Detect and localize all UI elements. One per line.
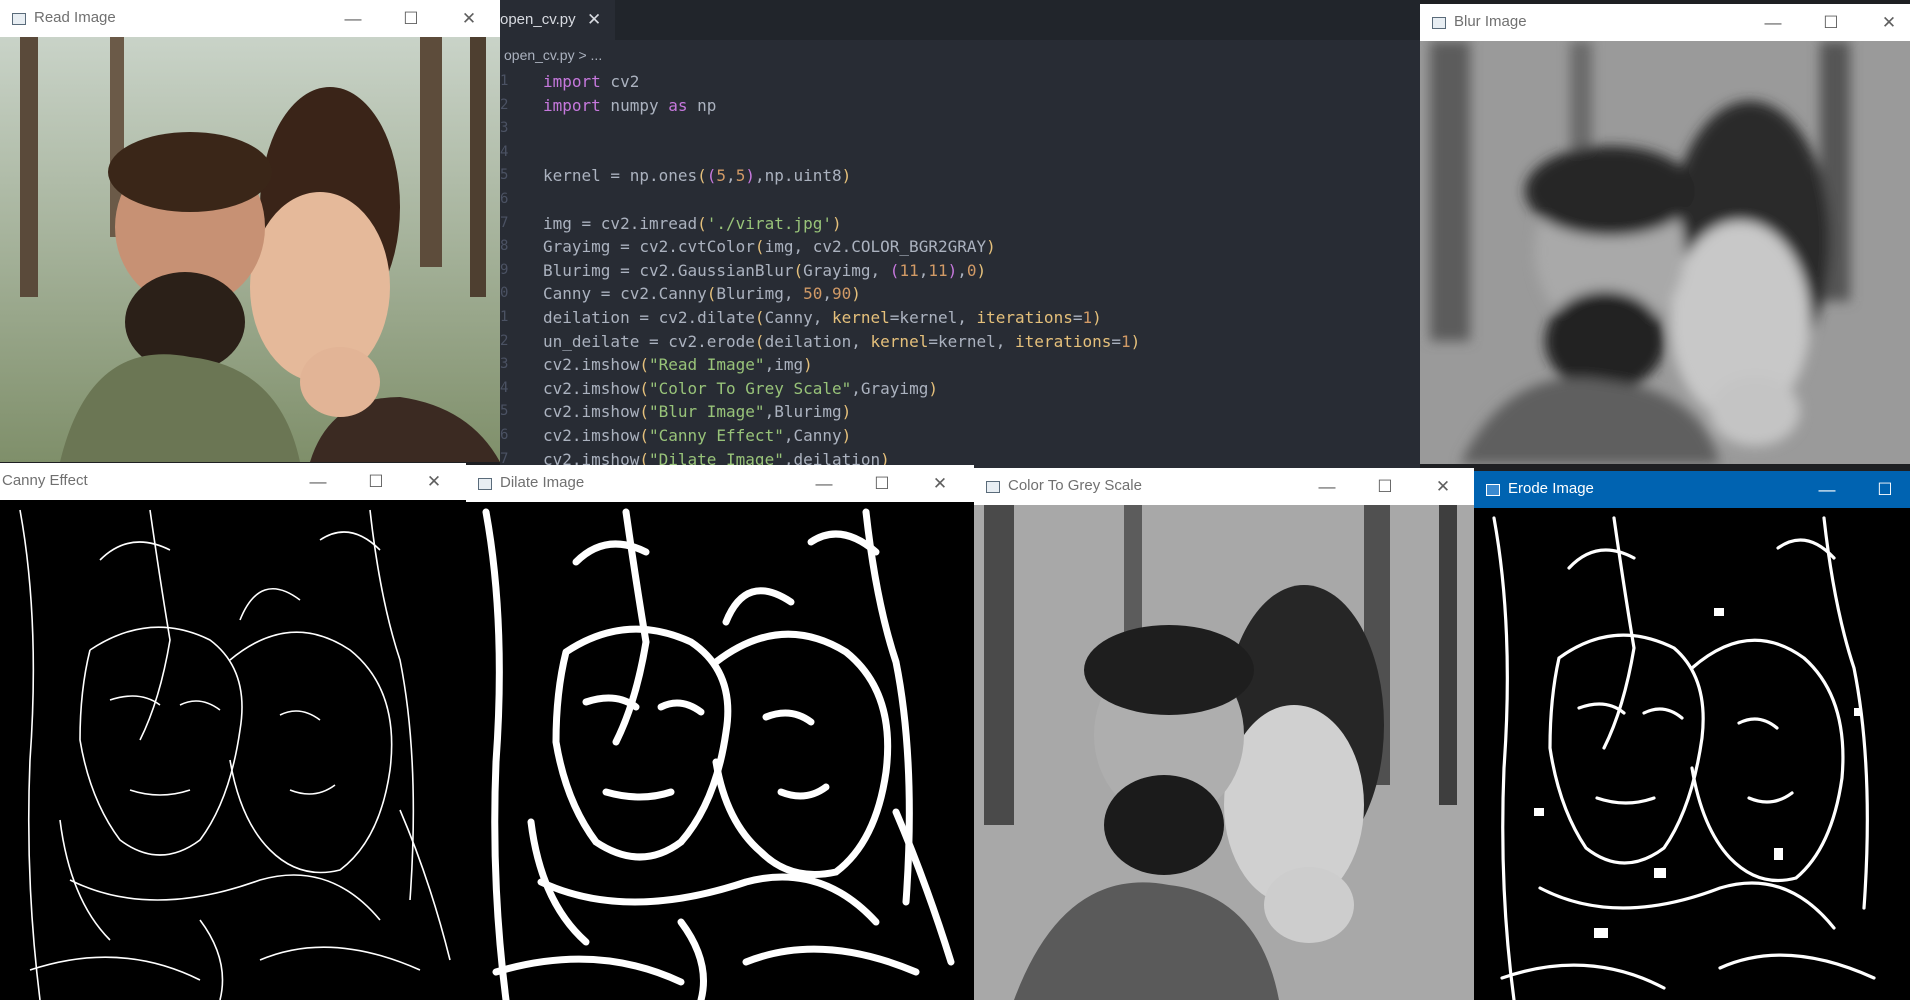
line-number: 8 xyxy=(500,238,509,255)
code-line: 8 Grayimg = cv2.cvtColor(img, cv2.COLOR_B… xyxy=(500,235,1420,259)
window-title: Read Image xyxy=(34,9,116,26)
photo-dilate xyxy=(466,502,974,1000)
maximize-icon[interactable]: ☐ xyxy=(388,0,434,37)
photo-canny-graphic xyxy=(0,500,466,1000)
code-line: 1 import cv2 xyxy=(500,70,1420,94)
window-app-icon xyxy=(986,481,1000,493)
minimize-icon[interactable]: — xyxy=(1804,471,1850,508)
close-icon[interactable]: ✕ xyxy=(1420,468,1466,505)
line-number: 6 xyxy=(500,426,509,443)
code-line: 5 cv2.imshow("Blur Image",Blurimg) xyxy=(500,400,1420,424)
window-grey-scale[interactable]: Color To Grey Scale — ☐ ✕ xyxy=(974,468,1474,1000)
code-line: 7 img = cv2.imread('./virat.jpg') xyxy=(500,212,1420,236)
minimize-icon[interactable]: — xyxy=(1304,468,1350,505)
line-number: 3 xyxy=(500,120,509,137)
window-dilate-image[interactable]: Dilate Image — ☐ ✕ xyxy=(466,465,974,1000)
photo-blur-graphic xyxy=(1420,41,1910,464)
window-erode-image[interactable]: Erode Image — ☐ xyxy=(1474,471,1910,1000)
close-icon[interactable]: ✕ xyxy=(411,463,457,500)
window-titlebar[interactable]: Erode Image — ☐ xyxy=(1474,471,1910,508)
maximize-icon[interactable]: ☐ xyxy=(1808,4,1854,41)
window-titlebar[interactable]: Dilate Image — ☐ ✕ xyxy=(466,465,974,502)
close-icon[interactable]: ✕ xyxy=(587,0,601,40)
maximize-icon[interactable]: ☐ xyxy=(859,465,905,502)
photo-canny xyxy=(0,500,466,1000)
maximize-icon[interactable]: ☐ xyxy=(1862,471,1908,508)
window-read-image[interactable]: Read Image — ☐ ✕ xyxy=(0,0,500,462)
window-title: Erode Image xyxy=(1508,480,1594,497)
window-title: Blur Image xyxy=(1454,13,1527,30)
photo-color xyxy=(0,37,500,462)
breadcrumb-file[interactable]: open_cv.py xyxy=(504,47,575,63)
code-editor[interactable]: open_cv.py ✕ open_cv.py > ... 1 import cv… xyxy=(500,0,1420,470)
editor-tab-bar: open_cv.py ✕ xyxy=(500,0,1420,40)
window-app-icon xyxy=(1486,484,1500,496)
line-number: 7 xyxy=(500,214,509,231)
window-titlebar[interactable]: Blur Image — ☐ ✕ xyxy=(1420,4,1910,41)
minimize-icon[interactable]: — xyxy=(1750,4,1796,41)
tab-label: open_cv.py xyxy=(500,11,576,28)
photo-dilate-graphic xyxy=(466,502,974,1000)
window-blur-image[interactable]: Blur Image — ☐ ✕ xyxy=(1420,4,1910,464)
window-titlebar[interactable]: Color To Grey Scale — ☐ ✕ xyxy=(974,468,1474,505)
photo-grey-graphic xyxy=(974,505,1474,1000)
photo-color-graphic xyxy=(0,37,500,462)
breadcrumb[interactable]: open_cv.py > ... xyxy=(500,40,1420,70)
code-line: 3 cv2.imshow("Read Image",img) xyxy=(500,353,1420,377)
breadcrumb-rest: > ... xyxy=(574,47,603,63)
minimize-icon[interactable]: — xyxy=(330,0,376,37)
line-number: 4 xyxy=(500,379,509,396)
close-icon[interactable]: ✕ xyxy=(917,465,963,502)
code-line: 9 Blurimg = cv2.GaussianBlur(Grayimg, (11… xyxy=(500,259,1420,283)
minimize-icon[interactable]: — xyxy=(295,463,341,500)
line-number: 2 xyxy=(500,96,509,113)
code-line: 2 import numpy as np xyxy=(500,94,1420,118)
photo-erode-graphic xyxy=(1474,508,1910,1000)
line-number: 6 xyxy=(500,190,509,207)
code-line: 1 deilation = cv2.dilate(Canny, kernel=ke… xyxy=(500,306,1420,330)
window-title: Canny Effect xyxy=(2,472,88,489)
window-canny-effect[interactable]: Canny Effect — ☐ ✕ xyxy=(0,463,466,1000)
window-app-icon xyxy=(1432,17,1446,29)
line-number: 4 xyxy=(500,143,509,160)
code-line: 3 xyxy=(500,117,1420,141)
code-line: 2 un_deilate = cv2.erode(deilation, kerne… xyxy=(500,330,1420,354)
line-number: 2 xyxy=(500,332,509,349)
code-line: 6 xyxy=(500,188,1420,212)
photo-grey xyxy=(974,505,1474,1000)
photo-blur xyxy=(1420,41,1910,464)
window-app-icon xyxy=(478,478,492,490)
close-icon[interactable]: ✕ xyxy=(446,0,492,37)
window-titlebar[interactable]: Read Image — ☐ ✕ xyxy=(0,0,500,37)
code-line: 0 Canny = cv2.Canny(Blurimg, 50,90) xyxy=(500,282,1420,306)
line-number: 5 xyxy=(500,403,509,420)
code-line: 4 cv2.imshow("Color To Grey Scale",Grayim… xyxy=(500,377,1420,401)
line-number: 5 xyxy=(500,167,509,184)
line-number: 0 xyxy=(500,285,509,302)
window-title: Color To Grey Scale xyxy=(1008,477,1142,494)
minimize-icon[interactable]: — xyxy=(801,465,847,502)
code-line: 4 xyxy=(500,141,1420,165)
window-titlebar[interactable]: Canny Effect — ☐ ✕ xyxy=(0,463,466,500)
line-number: 1 xyxy=(500,73,509,89)
close-icon[interactable]: ✕ xyxy=(1866,4,1910,41)
maximize-icon[interactable]: ☐ xyxy=(353,463,399,500)
window-app-icon xyxy=(12,13,26,25)
line-number: 1 xyxy=(500,308,509,325)
code-line: 6 cv2.imshow("Canny Effect",Canny) xyxy=(500,424,1420,448)
tab-open-cv[interactable]: open_cv.py ✕ xyxy=(500,0,615,40)
photo-erode xyxy=(1474,508,1910,1000)
line-number: 9 xyxy=(500,261,509,278)
code-line: 5 kernel = np.ones((5,5),np.uint8) xyxy=(500,164,1420,188)
window-title: Dilate Image xyxy=(500,474,585,491)
maximize-icon[interactable]: ☐ xyxy=(1362,468,1408,505)
line-number: 3 xyxy=(500,356,509,373)
code-area[interactable]: 1 import cv2 2 import numpy as np 3 4 5 ker… xyxy=(500,70,1420,470)
